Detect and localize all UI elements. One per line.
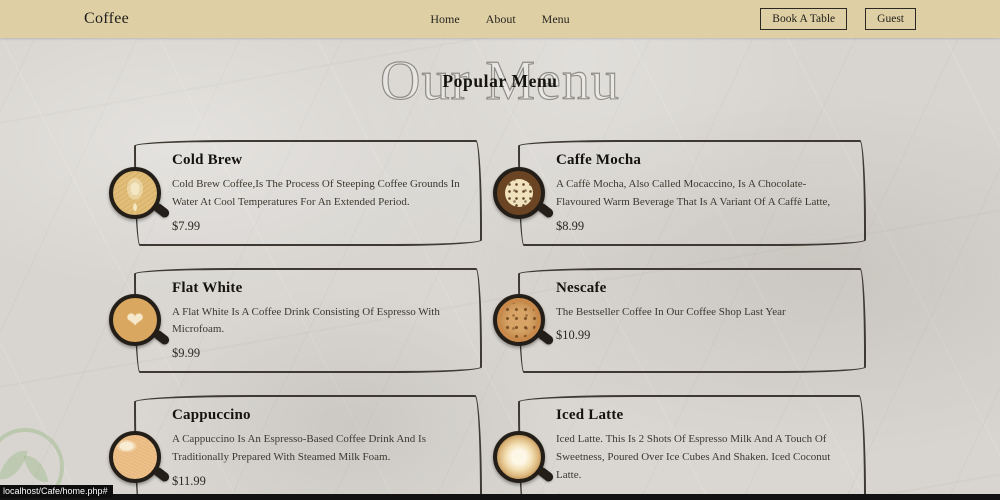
mocha-sprinkles-cup (493, 166, 545, 219)
menu-heading: Our Menu Popular Menu (0, 49, 1000, 116)
heart-latte-art-cup: ❤ (109, 294, 161, 347)
item-name: Cappuccino (172, 407, 251, 424)
menu-item-card: ❤ Flat White A Flat White Is A Coffee Dr… (109, 267, 482, 374)
item-name: Nescafe (556, 279, 607, 296)
nescafe-speckled-cup (493, 294, 545, 347)
guest-button[interactable]: Guest (865, 8, 916, 30)
iced-latte-cup (493, 430, 545, 483)
nav-link-about[interactable]: About (486, 12, 516, 27)
item-price: $11.99 (172, 473, 206, 488)
coffee-cup-art (498, 436, 540, 478)
menu-item-card: Iced Latte Iced Latte. This Is 2 Shots O… (493, 395, 866, 500)
item-price: $7.99 (172, 218, 201, 233)
item-description: A Cappuccino Is An Espresso-Based Coffee… (172, 433, 426, 464)
item-description: Cold Brew Coffee,Is The Process Of Steep… (172, 178, 460, 208)
menu-item-card: Cappuccino A Cappuccino Is An Espresso-B… (109, 395, 482, 500)
item-description: Iced Latte. This Is 2 Shots Of Espresso … (556, 433, 831, 481)
cappuccino-foam-cup (109, 430, 161, 483)
latte-rosetta-art-cup (109, 166, 161, 219)
nav-link-menu[interactable]: Menu (542, 12, 570, 27)
item-price: $9.99 (172, 346, 201, 361)
item-description: A Flat White Is A Coffee Drink Consistin… (172, 305, 440, 336)
coffee-cup-art (505, 178, 533, 207)
item-description: A Caffè Mocha, Also Called Mocaccino, Is… (556, 178, 831, 208)
item-price: $8.99 (556, 218, 585, 233)
menu-grid: Cold Brew Cold Brew Coffee,Is The Proces… (109, 140, 866, 500)
brand-logo[interactable]: Coffee (84, 10, 129, 28)
menu-item-card: Caffe Mocha A Caffè Mocha, Also Called M… (493, 140, 866, 246)
item-name: Cold Brew (172, 152, 243, 168)
item-name: Caffe Mocha (556, 152, 642, 168)
page-title: Popular Menu (442, 71, 558, 91)
coffee-cup-art: ❤ (126, 307, 144, 332)
browser-status-bar: localhost/Cafe/home.php# (0, 485, 113, 498)
item-name: Flat White (172, 279, 243, 296)
coffee-cup-art (501, 302, 537, 339)
item-name: Iced Latte (556, 407, 624, 424)
menu-item-card: Nescafe The Bestseller Coffee In Our Cof… (493, 267, 866, 374)
menu-page: Our Menu Popular Menu Cold Brew Cold Bre… (0, 49, 1000, 500)
footer-strip (0, 494, 1000, 500)
nav-buttons: Book A Table Guest (760, 8, 916, 30)
item-description: The Bestseller Coffee In Our Coffee Shop… (556, 305, 786, 318)
menu-item-card: Cold Brew Cold Brew Coffee,Is The Proces… (109, 140, 482, 246)
nav-link-home[interactable]: Home (430, 12, 459, 27)
book-a-table-button[interactable]: Book A Table (760, 8, 848, 30)
coffee-cup-art (114, 435, 156, 478)
item-price: $10.99 (556, 328, 591, 343)
top-navbar: Coffee Home About Menu Book A Table Gues… (0, 0, 1000, 38)
coffee-cup-art (114, 171, 156, 214)
